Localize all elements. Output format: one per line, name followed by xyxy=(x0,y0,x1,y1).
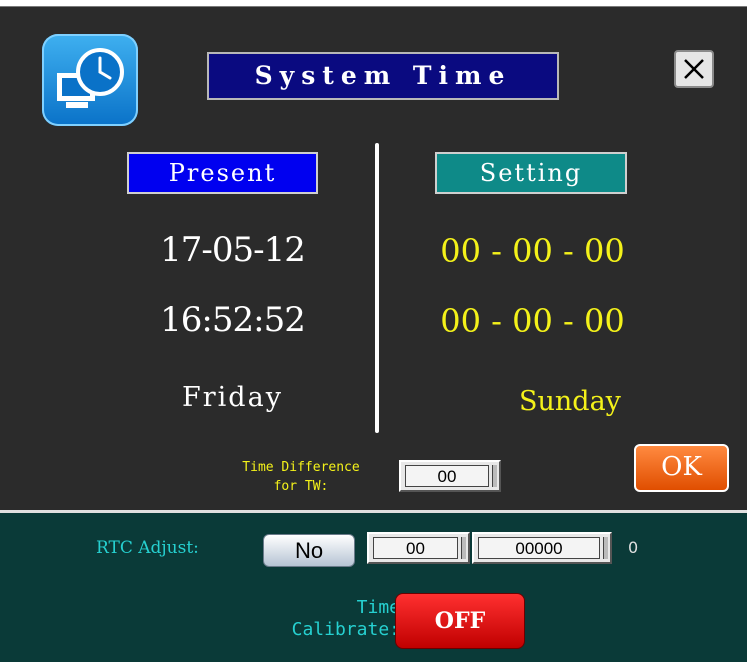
time-calibrate-label-line1: Time xyxy=(356,597,400,618)
clock-computer-icon xyxy=(42,34,138,126)
rtc-value-2: 00000 xyxy=(478,537,600,559)
window-title: System Time xyxy=(207,52,559,100)
time-difference-field[interactable]: 00 xyxy=(399,460,501,492)
setting-day[interactable]: Sunday xyxy=(450,386,690,417)
rtc-value-field-1[interactable]: 00 xyxy=(367,532,470,564)
rtc-value-field-2[interactable]: 00000 xyxy=(472,532,612,564)
close-icon xyxy=(684,59,704,79)
setting-header: Setting xyxy=(435,152,627,194)
rtc-adjust-label: RTC Adjust: xyxy=(96,538,199,558)
rtc-value-1: 00 xyxy=(373,537,458,559)
present-day: Friday xyxy=(182,382,283,413)
field-handle xyxy=(603,537,608,559)
present-date: 17-05-12 xyxy=(160,230,306,270)
present-header: Present xyxy=(127,152,318,194)
time-difference-value: 00 xyxy=(405,465,489,487)
setting-date-input[interactable]: 00 - 00 - 00 xyxy=(410,232,655,270)
field-handle xyxy=(492,465,497,487)
field-handle xyxy=(461,537,466,559)
time-calibrate-toggle[interactable]: OFF xyxy=(395,593,525,649)
rtc-adjust-toggle[interactable]: No xyxy=(263,534,355,567)
close-button[interactable] xyxy=(674,50,714,88)
rtc-unit: 0 xyxy=(628,538,639,557)
ok-button[interactable]: OK xyxy=(634,444,729,492)
time-calibrate-label: Time Calibrate: xyxy=(200,597,400,641)
time-difference-label-line2: for TW: xyxy=(273,479,329,494)
present-time: 16:52:52 xyxy=(160,300,306,340)
time-calibrate-label-line2: Calibrate: xyxy=(291,619,400,640)
setting-time-input[interactable]: 00 - 00 - 00 xyxy=(410,302,655,340)
column-divider xyxy=(375,143,379,433)
time-difference-label: Time Difference for TW: xyxy=(208,458,394,496)
time-difference-label-line1: Time Difference xyxy=(242,460,360,475)
